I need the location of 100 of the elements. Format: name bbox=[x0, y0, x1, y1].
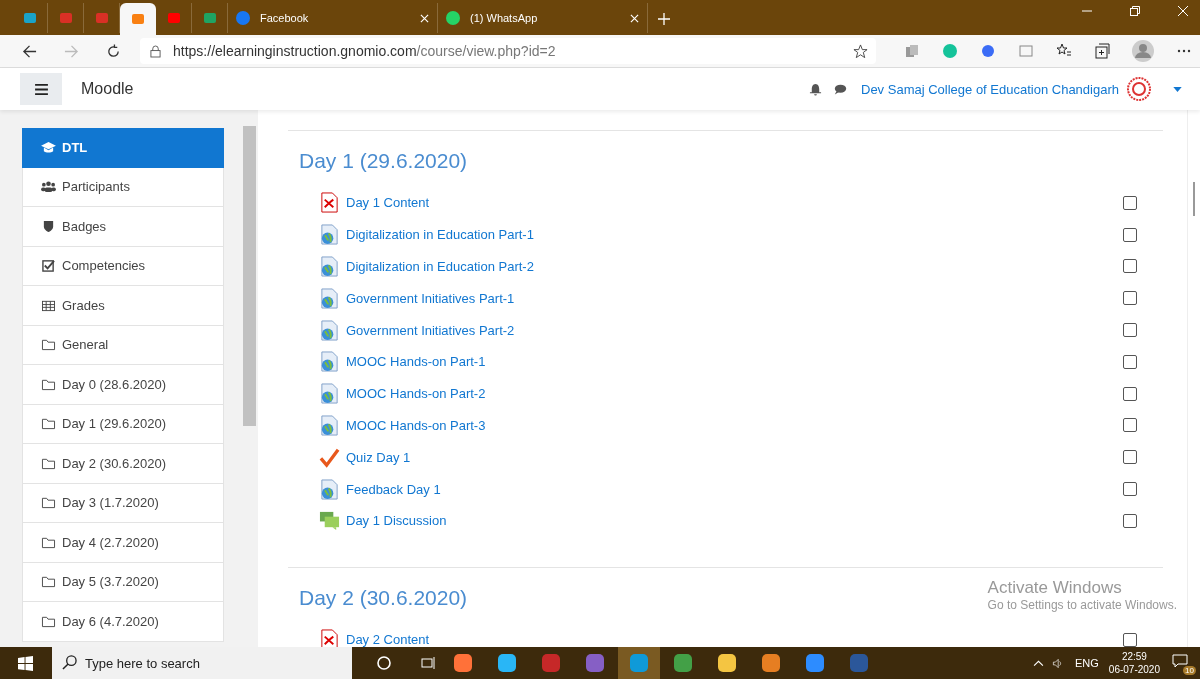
app-icon bbox=[497, 653, 517, 673]
activity-icon bbox=[319, 414, 340, 436]
activity-link[interactable]: Government Initiatives Part-2 bbox=[346, 322, 515, 338]
site-icon bbox=[236, 11, 250, 25]
user-name[interactable]: Dev Samaj College of Education Chandigarh bbox=[861, 81, 1119, 97]
caret-icon[interactable] bbox=[1033, 657, 1044, 669]
close-icon[interactable] bbox=[1178, 5, 1188, 16]
site-icon bbox=[22, 11, 37, 25]
extension-icon[interactable] bbox=[980, 43, 996, 59]
activity-link[interactable]: Quiz Day 1 bbox=[346, 449, 411, 465]
windows-start-icon[interactable] bbox=[18, 655, 33, 671]
app-icon bbox=[453, 653, 473, 673]
cortana-icon[interactable] bbox=[376, 655, 392, 671]
completion-checkbox[interactable] bbox=[1123, 482, 1137, 497]
completion-checkbox[interactable] bbox=[1123, 259, 1137, 274]
pages-icon[interactable] bbox=[904, 43, 920, 59]
activity-icon bbox=[319, 351, 340, 373]
task-view-icon[interactable] bbox=[420, 655, 436, 671]
chat-icon[interactable] bbox=[834, 82, 847, 96]
app-icon bbox=[585, 653, 605, 673]
completion-checkbox[interactable] bbox=[1123, 450, 1137, 465]
activity-icon bbox=[319, 383, 340, 405]
new-tab-icon[interactable] bbox=[658, 13, 670, 25]
activity-icon bbox=[319, 510, 340, 532]
completion-checkbox[interactable] bbox=[1123, 513, 1137, 528]
sidebar-item[interactable]: Day 1 (29.6.2020) bbox=[22, 404, 224, 444]
activity-icon bbox=[319, 446, 340, 468]
activity-link[interactable]: Feedback Day 1 bbox=[346, 481, 441, 497]
notification-count: 10 bbox=[1183, 666, 1196, 675]
sidebar-item[interactable]: Day 4 (2.7.2020) bbox=[22, 523, 224, 563]
sidebar-icon bbox=[41, 338, 56, 352]
activity-icon bbox=[319, 192, 340, 214]
sidebar-item[interactable]: Day 2 (30.6.2020) bbox=[22, 444, 224, 484]
section-title[interactable]: Day 2 (30.6.2020) bbox=[299, 585, 468, 610]
completion-checkbox[interactable] bbox=[1123, 632, 1137, 647]
activity-icon bbox=[319, 319, 340, 341]
activity-link[interactable]: Day 2 Content bbox=[346, 632, 430, 647]
language-indicator[interactable]: ENG bbox=[1075, 657, 1099, 669]
sidebar-item[interactable]: DTL bbox=[22, 128, 224, 168]
lock-icon bbox=[150, 44, 161, 58]
activity-icon bbox=[319, 287, 340, 309]
sidebar-item[interactable]: Day 5 (3.7.2020) bbox=[22, 562, 224, 602]
restore-icon[interactable] bbox=[1130, 5, 1140, 16]
completion-checkbox[interactable] bbox=[1123, 386, 1137, 401]
sidebar-item[interactable]: Participants bbox=[22, 167, 224, 207]
url-text: https://elearninginstruction.gnomio.com/course/view.php?id=2 bbox=[173, 43, 556, 59]
completion-checkbox[interactable] bbox=[1123, 323, 1137, 338]
browser-tab[interactable]: (1) WhatsApp bbox=[438, 3, 648, 33]
activity-icon bbox=[319, 256, 340, 277]
back-arrow-icon[interactable] bbox=[22, 43, 37, 59]
clock[interactable]: 22:59 06-07-2020 bbox=[1108, 650, 1160, 676]
activity-link[interactable]: Day 1 Discussion bbox=[346, 513, 447, 529]
site-icon bbox=[94, 11, 109, 25]
completion-checkbox[interactable] bbox=[1123, 291, 1137, 306]
sidebar-icon bbox=[41, 377, 56, 391]
sidebar-item[interactable]: Day 0 (28.6.2020) bbox=[22, 365, 224, 405]
completion-checkbox[interactable] bbox=[1123, 227, 1137, 242]
activity-link[interactable]: MOOC Hands-on Part-2 bbox=[346, 386, 486, 402]
activity-link[interactable]: Digitalization in Education Part-1 bbox=[346, 227, 534, 243]
browser-tab[interactable]: Facebook bbox=[228, 3, 438, 33]
close-icon[interactable] bbox=[630, 13, 639, 23]
sidebar-icon bbox=[41, 417, 56, 431]
star-icon[interactable] bbox=[853, 43, 868, 59]
activity-link[interactable]: Day 1 Content bbox=[346, 195, 430, 211]
sidebar-icon bbox=[41, 614, 56, 628]
avatar-icon[interactable] bbox=[1132, 40, 1154, 62]
favorites-icon[interactable] bbox=[1056, 43, 1072, 59]
sidebar-item[interactable]: Competencies bbox=[22, 246, 224, 286]
close-icon[interactable] bbox=[420, 13, 429, 23]
sidebar-icon bbox=[41, 496, 56, 510]
sidebar-item[interactable]: Day 3 (1.7.2020) bbox=[22, 483, 224, 523]
activity-link[interactable]: Digitalization in Education Part-2 bbox=[346, 259, 534, 274]
search-field[interactable]: Type here to search bbox=[52, 647, 352, 679]
sidebar-icon bbox=[41, 259, 56, 273]
address-bar[interactable]: https://elearninginstruction.gnomio.com/course/view.php?id=2 bbox=[140, 38, 876, 64]
section-title[interactable]: Day 1 (29.6.2020) bbox=[299, 149, 468, 173]
completion-checkbox[interactable] bbox=[1123, 354, 1137, 369]
activation-title: Activate Windows bbox=[987, 578, 1123, 598]
menu-button[interactable] bbox=[20, 73, 62, 105]
sidebar-icon bbox=[41, 456, 56, 470]
bell-icon[interactable] bbox=[809, 82, 822, 96]
sidebar-item[interactable]: Grades bbox=[22, 286, 224, 326]
activity-icon bbox=[319, 224, 340, 246]
refresh-icon[interactable] bbox=[106, 43, 121, 59]
sidebar-item[interactable]: General bbox=[22, 325, 224, 365]
sidebar-item[interactable]: Badges bbox=[22, 207, 224, 247]
sidebar-item[interactable]: Day 6 (4.7.2020) bbox=[22, 602, 224, 642]
completion-checkbox[interactable] bbox=[1123, 418, 1137, 433]
completion-checkbox[interactable] bbox=[1123, 195, 1137, 210]
activity-link[interactable]: MOOC Hands-on Part-3 bbox=[346, 417, 486, 433]
activity-link[interactable]: Government Initiatives Part-1 bbox=[346, 290, 515, 306]
app-icon bbox=[805, 653, 825, 673]
app-icon bbox=[673, 653, 693, 673]
notifications-icon[interactable] bbox=[1172, 653, 1188, 669]
speaker-icon[interactable] bbox=[1052, 657, 1063, 669]
activity-link[interactable]: MOOC Hands-on Part-1 bbox=[346, 354, 486, 370]
collections-icon[interactable] bbox=[1094, 43, 1110, 59]
site-name[interactable]: Moodle bbox=[81, 80, 134, 98]
college-logo-icon[interactable] bbox=[1127, 77, 1151, 101]
app-icon bbox=[761, 653, 781, 673]
